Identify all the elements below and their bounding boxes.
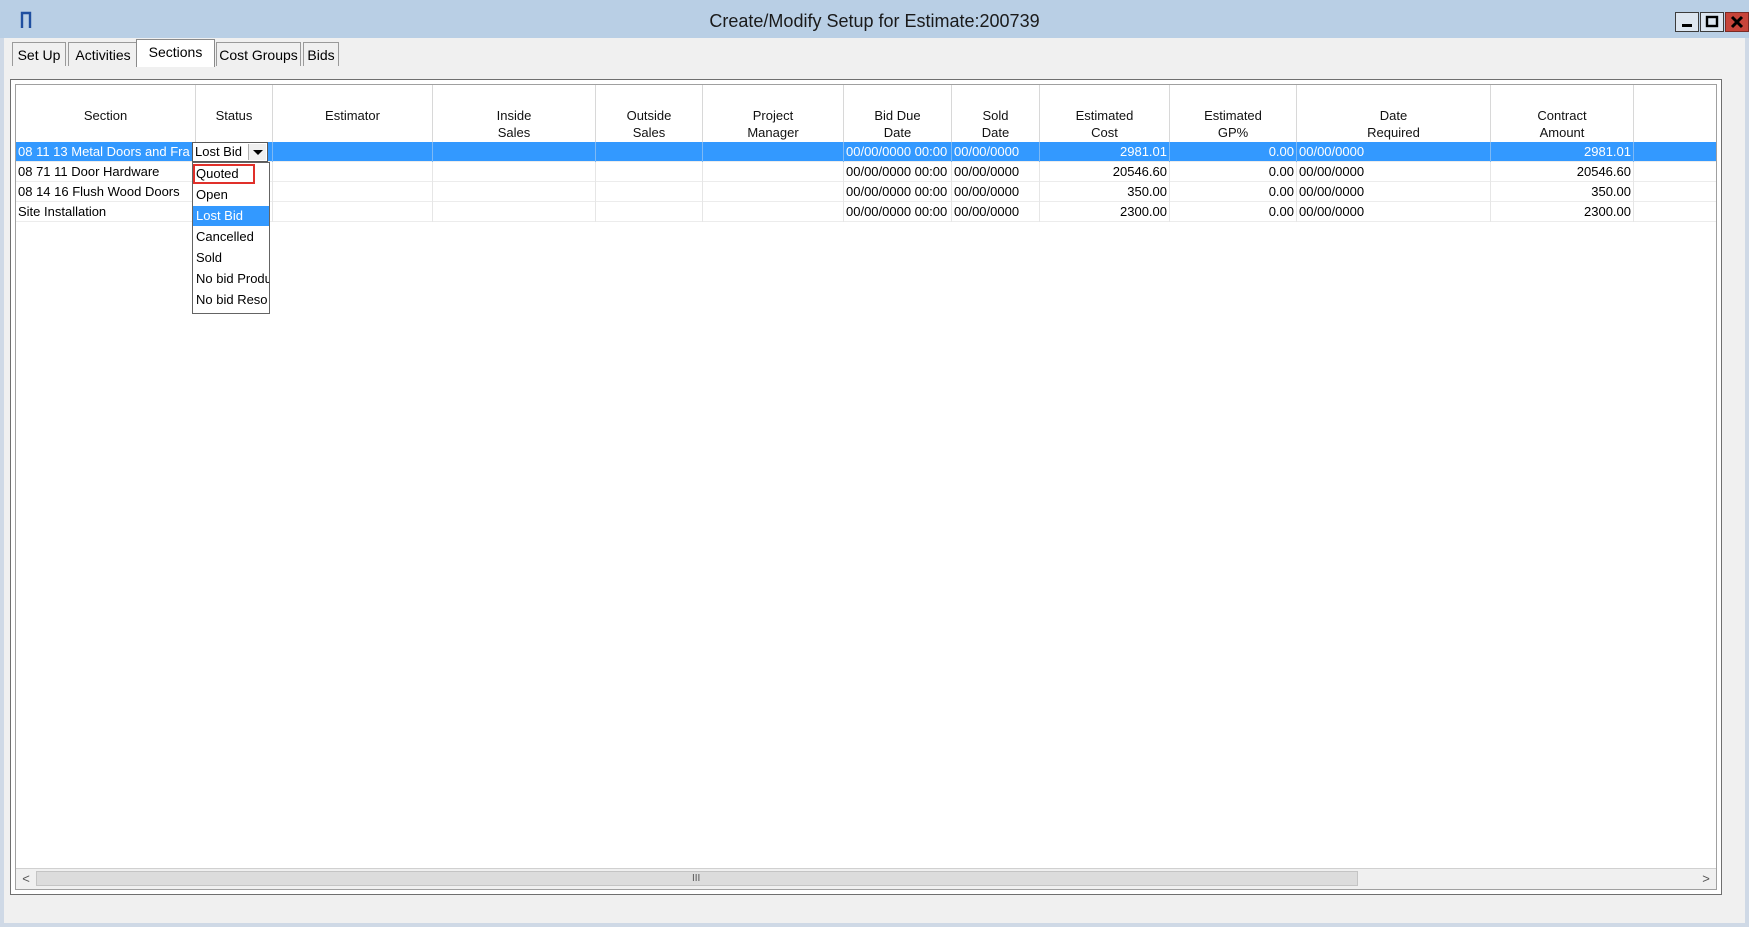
table-row[interactable]: 08 71 11 Door Hardware 00/00/0000 00:00 … — [16, 162, 1716, 182]
cell-estimated-gp[interactable]: 0.00 — [1170, 202, 1297, 222]
cell-contract-amount[interactable]: 2300.00 — [1491, 202, 1634, 222]
cell-sold-date[interactable]: 00/00/0000 — [952, 162, 1040, 182]
close-button[interactable] — [1725, 12, 1749, 32]
cell-date-required[interactable]: 00/00/0000 — [1297, 142, 1491, 162]
maximize-icon — [1705, 15, 1719, 28]
cell-inside-sales[interactable] — [433, 182, 596, 202]
cell-outside-sales[interactable] — [596, 162, 703, 182]
status-dropdown-list: Quoted Open Lost Bid Cancelled Sold No b… — [192, 162, 270, 314]
cell-section[interactable]: Site Installation — [16, 202, 196, 222]
window-title: Create/Modify Setup for Estimate:200739 — [709, 11, 1040, 31]
cell-contract-amount[interactable]: 350.00 — [1491, 182, 1634, 202]
cell-section[interactable]: 08 14 16 Flush Wood Doors — [16, 182, 196, 202]
status-option-no-bid-produ[interactable]: No bid Produ — [193, 269, 269, 289]
tab-sections[interactable]: Sections — [136, 39, 215, 67]
column-header-estimator[interactable]: Estimator — [273, 85, 433, 142]
cell-bid-due-date[interactable]: 00/00/0000 00:00 — [844, 202, 952, 222]
column-header-estimated-gp[interactable]: Estimated GP% — [1170, 85, 1297, 142]
tab-set-up[interactable]: Set Up — [12, 42, 66, 66]
cell-bid-due-date[interactable]: 00/00/0000 00:00 — [844, 182, 952, 202]
status-option-no-bid-reso[interactable]: No bid Reso — [193, 290, 269, 310]
cell-outside-sales[interactable] — [596, 182, 703, 202]
cell-estimator[interactable] — [273, 162, 433, 182]
column-header-contract-amount[interactable]: Contract Amount — [1491, 85, 1634, 142]
scroll-left-icon[interactable]: < — [16, 869, 36, 888]
column-header-project-manager[interactable]: Project Manager — [703, 85, 844, 142]
status-option-lost-bid[interactable]: Lost Bid — [193, 206, 269, 226]
cell-estimator[interactable] — [273, 142, 433, 162]
column-header-estimated-cost[interactable]: Estimated Cost — [1040, 85, 1170, 142]
cell-date-required[interactable]: 00/00/0000 — [1297, 162, 1491, 182]
title-bar[interactable]: Create/Modify Setup for Estimate:200739 — [0, 0, 1749, 38]
cell-date-required[interactable]: 00/00/0000 — [1297, 182, 1491, 202]
table-row[interactable]: 08 14 16 Flush Wood Doors 00/00/0000 00:… — [16, 182, 1716, 202]
cell-estimated-gp[interactable]: 0.00 — [1170, 142, 1297, 162]
table-row[interactable]: Site Installation 00/00/0000 00:00 00/00… — [16, 202, 1716, 222]
cell-bid-due-date[interactable]: 00/00/0000 00:00 — [844, 162, 952, 182]
column-header-sold-date[interactable]: Sold Date — [952, 85, 1040, 142]
minimize-button[interactable] — [1675, 12, 1699, 32]
column-header-outside-sales[interactable]: Outside Sales — [596, 85, 703, 142]
grid-header: Section Status Estimator Inside Sales Out… — [16, 85, 1716, 143]
cell-inside-sales[interactable] — [433, 162, 596, 182]
cell-estimated-cost[interactable]: 20546.60 — [1040, 162, 1170, 182]
cell-contract-amount[interactable]: 20546.60 — [1491, 162, 1634, 182]
table-row[interactable]: 08 11 13 Metal Doors and Fra 00/00/0000 … — [16, 142, 1716, 162]
cell-project-manager[interactable] — [703, 202, 844, 222]
cell-estimated-cost[interactable]: 350.00 — [1040, 182, 1170, 202]
status-option-open[interactable]: Open — [193, 185, 269, 205]
maximize-button[interactable] — [1700, 12, 1724, 32]
status-option-quoted[interactable]: Quoted — [193, 164, 255, 184]
cell-estimator[interactable] — [273, 182, 433, 202]
sections-panel: Section Status Estimator Inside Sales Out… — [10, 79, 1722, 895]
scroll-right-icon[interactable]: > — [1696, 869, 1716, 888]
status-combobox[interactable]: Lost Bid — [192, 142, 268, 162]
cell-outside-sales[interactable] — [596, 142, 703, 162]
chevron-down-icon[interactable] — [248, 144, 266, 160]
cell-project-manager[interactable] — [703, 142, 844, 162]
status-option-cancelled[interactable]: Cancelled — [193, 227, 269, 247]
cell-estimator[interactable] — [273, 202, 433, 222]
cell-estimated-gp[interactable]: 0.00 — [1170, 182, 1297, 202]
cell-estimated-gp[interactable]: 0.00 — [1170, 162, 1297, 182]
cell-sold-date[interactable]: 00/00/0000 — [952, 182, 1040, 202]
cell-sold-date[interactable]: 00/00/0000 — [952, 202, 1040, 222]
cell-sold-date[interactable]: 00/00/0000 — [952, 142, 1040, 162]
cell-inside-sales[interactable] — [433, 202, 596, 222]
cell-estimated-cost[interactable]: 2300.00 — [1040, 202, 1170, 222]
column-header-status[interactable]: Status — [196, 85, 273, 142]
cell-estimated-cost[interactable]: 2981.01 — [1040, 142, 1170, 162]
cell-date-required[interactable]: 00/00/0000 — [1297, 202, 1491, 222]
cell-inside-sales[interactable] — [433, 142, 596, 162]
status-combobox-value: Lost Bid — [195, 144, 242, 159]
status-option-sold[interactable]: Sold — [193, 248, 269, 268]
tab-cost-groups[interactable]: Cost Groups — [216, 42, 301, 66]
cell-project-manager[interactable] — [703, 182, 844, 202]
column-header-date-required[interactable]: Date Required — [1297, 85, 1491, 142]
application-window: Create/Modify Setup for Estimate:200739 … — [0, 0, 1749, 927]
minimize-icon — [1682, 24, 1692, 27]
cell-section[interactable]: 08 11 13 Metal Doors and Fra — [16, 142, 196, 162]
close-icon — [1730, 15, 1744, 29]
cell-bid-due-date[interactable]: 00/00/0000 00:00 — [844, 142, 952, 162]
cell-contract-amount[interactable]: 2981.01 — [1491, 142, 1634, 162]
tab-bids[interactable]: Bids — [303, 42, 339, 66]
sections-grid: Section Status Estimator Inside Sales Out… — [15, 84, 1717, 890]
cell-outside-sales[interactable] — [596, 202, 703, 222]
tab-activities[interactable]: Activities — [68, 42, 138, 66]
column-header-inside-sales[interactable]: Inside Sales — [433, 85, 596, 142]
column-header-bid-due-date[interactable]: Bid Due Date — [844, 85, 952, 142]
cell-section[interactable]: 08 71 11 Door Hardware — [16, 162, 196, 182]
horizontal-scrollbar[interactable]: < III > — [16, 868, 1716, 889]
scrollbar-thumb[interactable]: III — [36, 871, 1358, 886]
column-header-section[interactable]: Section — [16, 85, 196, 142]
cell-project-manager[interactable] — [703, 162, 844, 182]
scrollbar-grip-icon: III — [692, 873, 701, 884]
